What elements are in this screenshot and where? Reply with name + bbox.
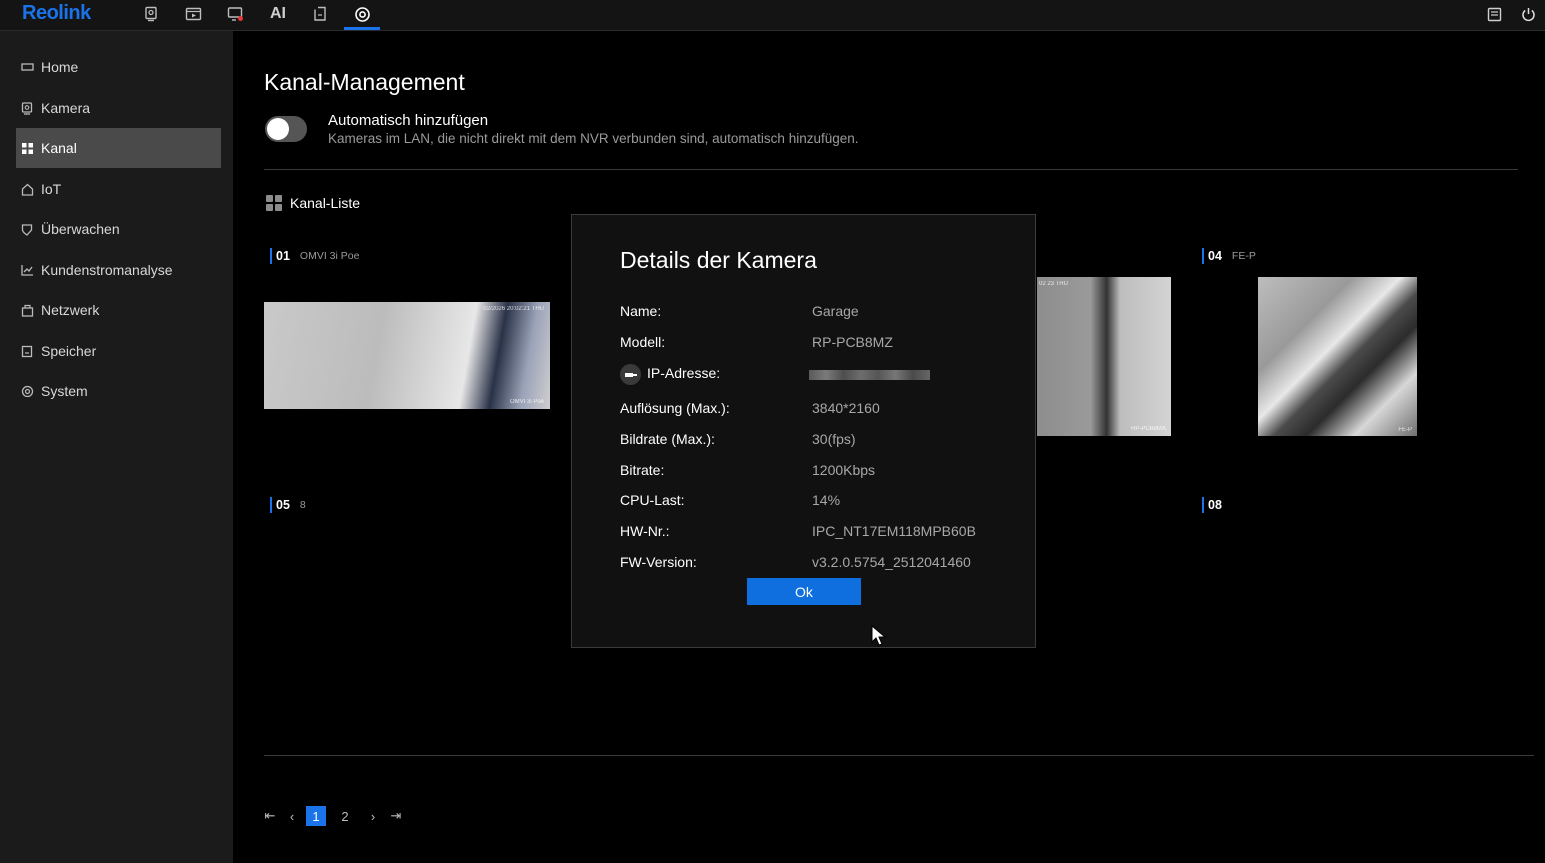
fw-version-label: FW-Version: xyxy=(620,554,697,570)
channel-name: OMVI 3i Poe xyxy=(299,250,360,262)
auto-add-title: Automatisch hinzufügen xyxy=(328,112,489,129)
sidebar-item-label: Home xyxy=(41,59,79,75)
auto-add-description: Kameras im LAN, die nicht direkt mit dem… xyxy=(328,131,859,146)
cpu-load-value: 14% xyxy=(812,492,841,508)
model-value: RP-PCB8MZ xyxy=(812,334,893,350)
fw-version-value: v3.2.0.5754_2512041460 xyxy=(812,554,971,570)
camera-details-dialog: Details der Kamera Name: Garage Modell: … xyxy=(571,214,1036,648)
sidebar-item-kundenstromanalyse[interactable]: Kundenstromanalyse xyxy=(16,250,221,290)
sidebar-item-label: Speicher xyxy=(41,343,97,359)
framerate-label: Bildrate (Max.): xyxy=(620,431,715,447)
file-icon[interactable] xyxy=(310,4,330,24)
ip-address-row: IP-Adresse: xyxy=(620,364,720,385)
sidebar-item-label: Kamera xyxy=(41,100,91,116)
sidebar-item-label: System xyxy=(41,383,88,399)
sidebar-item-kanal[interactable]: Kanal xyxy=(16,128,221,168)
channel-grid-icon xyxy=(20,142,34,155)
sidebar: Home Kamera Kanal IoT Überwachen Kundens… xyxy=(0,31,233,863)
channel-number: 01 xyxy=(270,248,290,264)
ai-icon[interactable]: AI xyxy=(268,4,288,24)
hw-number-label: HW-Nr.: xyxy=(620,523,670,539)
iot-icon xyxy=(20,183,34,196)
pagination-page-2[interactable]: 2 xyxy=(336,806,354,826)
reolink-logo: Reolink xyxy=(22,2,91,24)
chart-icon xyxy=(20,264,34,276)
channel-05-label: 05 8 xyxy=(270,497,306,513)
channel-list-icon xyxy=(266,195,283,212)
pagination-page-1[interactable]: 1 xyxy=(306,806,326,826)
camera-timestamp: 02 23 THU xyxy=(1039,281,1068,287)
pagination-first-button[interactable]: ⇤ xyxy=(264,806,276,826)
sidebar-item-label: Kundenstromanalyse xyxy=(41,262,173,278)
sidebar-item-label: Überwachen xyxy=(41,221,120,237)
system-icon xyxy=(20,385,34,398)
channel-number: 04 xyxy=(1202,248,1222,264)
network-icon xyxy=(20,304,34,317)
bitrate-value: 1200Kbps xyxy=(812,462,876,478)
camera-overlay-name: RP-PCB8MX xyxy=(1130,426,1166,432)
power-icon[interactable] xyxy=(1518,4,1538,24)
alarm-icon[interactable] xyxy=(225,4,245,24)
toggle-knob xyxy=(267,118,289,140)
channel-01-thumbnail[interactable]: 02/2026 20:02:21 THU OMVI 3i Poe xyxy=(264,302,550,409)
ip-address-label: IP-Adresse: xyxy=(647,365,721,382)
sidebar-item-netzwerk[interactable]: Netzwerk xyxy=(16,290,221,330)
storage-icon xyxy=(20,345,34,358)
name-label: Name: xyxy=(620,303,662,319)
page-title: Kanal-Management xyxy=(264,69,465,95)
name-value: Garage xyxy=(812,303,859,319)
sidebar-item-home[interactable]: Home xyxy=(16,47,221,87)
section-divider xyxy=(264,169,1518,170)
sidebar-item-speicher[interactable]: Speicher xyxy=(16,331,221,371)
sidebar-item-iot[interactable]: IoT xyxy=(16,169,221,209)
sidebar-item-label: Kanal xyxy=(41,140,77,156)
settings-icon[interactable] xyxy=(352,4,372,24)
playback-icon[interactable] xyxy=(183,4,203,24)
channel-04-thumbnail[interactable]: FE-P xyxy=(1258,277,1417,436)
bitrate-label: Bitrate: xyxy=(620,462,665,478)
ethernet-icon xyxy=(620,364,641,385)
mouse-cursor-icon xyxy=(871,624,887,652)
camera-overlay-name: OMVI 3i Poe xyxy=(509,399,544,405)
camera-overlay-name: FE-P xyxy=(1398,427,1412,433)
list-divider xyxy=(264,755,1534,756)
channel-name: FE-P xyxy=(1231,250,1256,262)
sidebar-item-label: IoT xyxy=(41,181,62,197)
dialog-title: Details der Kamera xyxy=(620,247,817,273)
pagination-prev-button[interactable]: ‹ xyxy=(286,806,298,826)
channel-number: 05 xyxy=(270,497,290,513)
live-view-icon[interactable] xyxy=(141,4,161,24)
channel-08-label: 08 xyxy=(1202,497,1232,513)
ip-address-value-redacted xyxy=(809,370,930,380)
ai-label: AI xyxy=(270,5,286,22)
camera-timestamp: 02/2026 20:02:21 THU xyxy=(483,306,544,312)
sidebar-item-label: Netzwerk xyxy=(41,302,100,318)
channel-01-label: 01 OMVI 3i Poe xyxy=(270,248,359,264)
sidebar-item-kamera[interactable]: Kamera xyxy=(16,88,221,128)
auto-add-toggle[interactable] xyxy=(265,116,307,142)
active-tab-indicator xyxy=(344,27,380,30)
hw-number-value: IPC_NT17EM118MPB60B xyxy=(812,523,976,539)
resolution-value: 3840*2160 xyxy=(812,400,880,416)
channel-04-label: 04 FE-P xyxy=(1202,248,1256,264)
cpu-load-label: CPU-Last: xyxy=(620,492,685,508)
ok-button[interactable]: Ok xyxy=(747,578,861,605)
shield-icon xyxy=(20,223,34,236)
channel-name: 8 xyxy=(299,499,306,511)
sidebar-item-system[interactable]: System xyxy=(16,371,221,411)
message-icon[interactable] xyxy=(1484,4,1504,24)
camera-icon xyxy=(20,101,34,115)
home-icon xyxy=(20,62,34,72)
resolution-label: Auflösung (Max.): xyxy=(620,400,730,416)
channel-03-thumbnail[interactable]: 02 23 THU RP-PCB8MX xyxy=(1037,277,1171,436)
framerate-value: 30(fps) xyxy=(812,431,856,447)
pagination-last-button[interactable]: ⇥ xyxy=(390,806,402,826)
model-label: Modell: xyxy=(620,334,666,350)
sidebar-item-ueberwachen[interactable]: Überwachen xyxy=(16,209,221,249)
channel-number: 08 xyxy=(1202,497,1222,513)
top-bar: Reolink AI xyxy=(0,0,1545,31)
channel-list-title: Kanal-Liste xyxy=(290,195,361,211)
pagination-next-button[interactable]: › xyxy=(367,806,379,826)
